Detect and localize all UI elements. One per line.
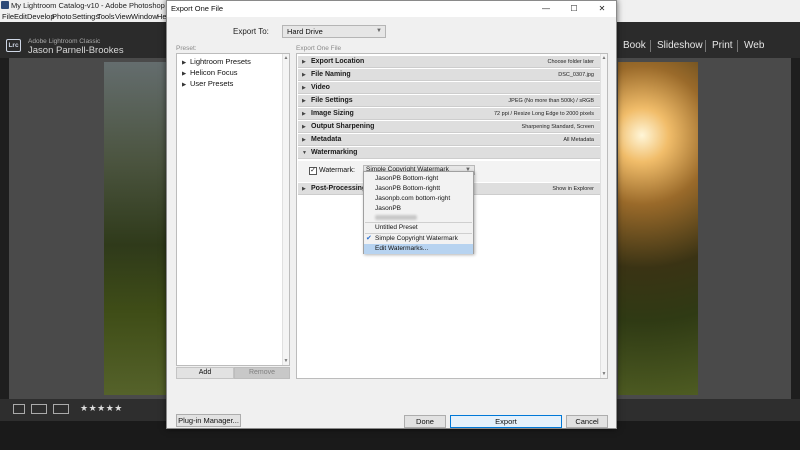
watermark-option[interactable]: JasonPB Bottom-rightt bbox=[364, 184, 473, 194]
preset-scrollbar[interactable]: ▲ ▼ bbox=[282, 54, 289, 365]
lrc-logo: Lrc bbox=[6, 39, 21, 52]
watermark-label: Watermark: bbox=[319, 167, 355, 174]
menu-tools[interactable]: Tools bbox=[97, 12, 115, 21]
section-image-sizing[interactable]: ▶ Image Sizing 72 ppi / Resize Long Edge… bbox=[298, 108, 600, 120]
menu-photo[interactable]: Photo bbox=[52, 12, 72, 21]
export-to-label: Export To: bbox=[233, 27, 269, 36]
scroll-down-icon[interactable]: ▼ bbox=[601, 371, 607, 377]
add-preset-button[interactable]: Add bbox=[176, 367, 234, 379]
photo-preview-left bbox=[104, 62, 166, 395]
preset-header: Preset: bbox=[176, 45, 197, 52]
scroll-down-icon[interactable]: ▼ bbox=[283, 358, 289, 364]
expand-triangle-icon: ▶ bbox=[302, 72, 306, 78]
menu-settings[interactable]: Settings bbox=[72, 12, 99, 21]
expand-triangle-icon: ▶ bbox=[302, 85, 306, 91]
settings-scrollbar[interactable]: ▲ ▼ bbox=[600, 54, 607, 378]
module-divider bbox=[705, 40, 706, 52]
maximize-icon[interactable]: ☐ bbox=[560, 1, 588, 17]
expand-triangle-icon[interactable]: ▶ bbox=[182, 82, 190, 88]
expand-triangle-icon: ▶ bbox=[302, 137, 306, 143]
scroll-up-icon[interactable]: ▲ bbox=[601, 55, 607, 61]
menu-develop[interactable]: Develop bbox=[27, 12, 55, 21]
checkmark-icon: ✔ bbox=[366, 235, 372, 242]
menu-file[interactable]: File bbox=[2, 12, 14, 21]
module-divider bbox=[737, 40, 738, 52]
watermark-dropdown-menu: JasonPB Bottom-right JasonPB Bottom-righ… bbox=[363, 171, 474, 254]
module-print[interactable]: Print bbox=[712, 40, 733, 51]
module-book[interactable]: Book bbox=[623, 40, 646, 51]
loupe-view-icon[interactable] bbox=[13, 404, 25, 414]
remove-preset-button[interactable]: Remove bbox=[234, 367, 290, 379]
module-divider bbox=[650, 40, 651, 52]
expand-triangle-icon[interactable]: ▶ bbox=[182, 71, 190, 77]
minimize-icon[interactable]: — bbox=[532, 1, 560, 17]
module-web[interactable]: Web bbox=[744, 40, 764, 51]
scroll-up-icon[interactable]: ▲ bbox=[283, 55, 289, 61]
section-file-naming[interactable]: ▶ File Naming DSC_0307.jpg bbox=[298, 69, 600, 81]
export-button[interactable]: Export bbox=[450, 415, 562, 428]
section-file-settings[interactable]: ▶ File Settings JPEG (No more than 500k)… bbox=[298, 95, 600, 107]
done-button[interactable]: Done bbox=[404, 415, 446, 428]
menu-window[interactable]: Window bbox=[131, 12, 158, 21]
expand-triangle-icon[interactable]: ▶ bbox=[182, 60, 190, 66]
export-to-select[interactable]: Hard Drive ▼ bbox=[282, 25, 386, 38]
app-name: Adobe Lightroom Classic bbox=[28, 38, 101, 45]
dialog-titlebar: Export One File — ☐ ✕ bbox=[167, 1, 616, 17]
section-video[interactable]: ▶ Video bbox=[298, 82, 600, 94]
section-export-location[interactable]: ▶ Export Location Choose folder later bbox=[298, 56, 600, 68]
chevron-down-icon: ▼ bbox=[376, 28, 382, 34]
grid-view-icon[interactable] bbox=[31, 404, 47, 414]
watermark-option[interactable]: JasonPB Bottom-right bbox=[364, 174, 473, 184]
preset-lightroom-presets[interactable]: ▶ Lightroom Presets bbox=[182, 57, 251, 66]
section-metadata[interactable]: ▶ Metadata All Metadata bbox=[298, 134, 600, 146]
compare-view-icon[interactable] bbox=[53, 404, 69, 414]
settings-header: Export One File bbox=[296, 45, 342, 52]
blurred-option[interactable] bbox=[375, 215, 417, 220]
collapse-triangle-icon: ▼ bbox=[302, 150, 307, 156]
section-watermarking[interactable]: ▼ Watermarking bbox=[298, 147, 600, 159]
watermark-option[interactable]: JasonPB bbox=[364, 204, 473, 214]
cancel-button[interactable]: Cancel bbox=[566, 415, 608, 428]
star-rating[interactable]: ★★★★★ bbox=[80, 403, 123, 414]
plugin-manager-button[interactable]: Plug-in Manager... bbox=[176, 414, 241, 427]
watermark-option-selected[interactable]: ✔ Simple Copyright Watermark bbox=[364, 234, 473, 244]
watermark-option[interactable]: Untitled Preset bbox=[364, 223, 473, 233]
dialog-title: Export One File bbox=[171, 4, 224, 13]
user-name: Jason Parnell-Brookes bbox=[28, 45, 124, 56]
lightroom-app-icon bbox=[1, 1, 9, 9]
edit-watermarks-option[interactable]: Edit Watermarks... bbox=[364, 244, 473, 254]
export-to-value: Hard Drive bbox=[287, 27, 323, 36]
watermark-option[interactable]: Jasonpb.com bottom-right bbox=[364, 194, 473, 204]
preset-helicon-focus[interactable]: ▶ Helicon Focus bbox=[182, 68, 238, 77]
photo-preview-right bbox=[618, 62, 698, 395]
close-icon[interactable]: ✕ bbox=[588, 1, 616, 17]
section-output-sharpening[interactable]: ▶ Output Sharpening Sharpening Standard,… bbox=[298, 121, 600, 133]
menu-view[interactable]: View bbox=[115, 12, 131, 21]
watermark-checkbox[interactable]: ✓ bbox=[309, 167, 317, 175]
expand-triangle-icon: ▶ bbox=[302, 111, 306, 117]
menu-edit[interactable]: Edit bbox=[14, 12, 27, 21]
expand-triangle-icon: ▶ bbox=[302, 98, 306, 104]
expand-triangle-icon: ▶ bbox=[302, 186, 306, 192]
expand-triangle-icon: ▶ bbox=[302, 59, 306, 65]
module-slideshow[interactable]: Slideshow bbox=[657, 40, 703, 51]
left-panel-edge[interactable] bbox=[0, 58, 9, 399]
expand-triangle-icon: ▶ bbox=[302, 124, 306, 130]
preset-user-presets[interactable]: ▶ User Presets bbox=[182, 79, 233, 88]
right-panel-edge[interactable] bbox=[791, 58, 800, 399]
preset-list: ▶ Lightroom Presets ▶ Helicon Focus ▶ User … bbox=[176, 53, 290, 366]
